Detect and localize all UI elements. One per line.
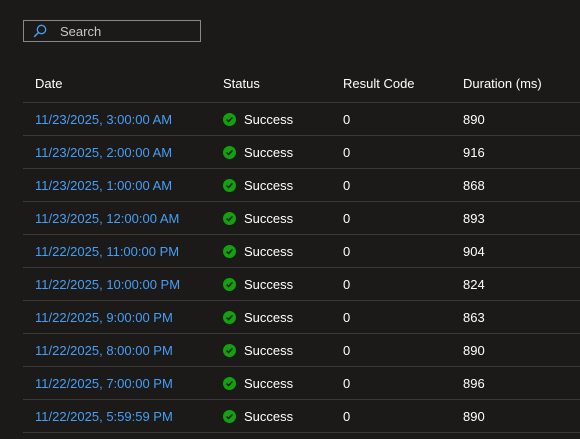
date-link[interactable]: 11/22/2025, 8:00:00 PM [35,343,173,358]
column-header-result-code[interactable]: Result Code [343,76,463,91]
table-row[interactable]: 11/22/2025, 7:00:00 PM Success 0 896 [23,367,580,400]
result-code: 0 [343,375,351,391]
duration: 824 [463,276,485,292]
table-row[interactable]: 11/22/2025, 5:59:59 PM Success 0 890 [23,400,580,433]
table-row[interactable]: 11/23/2025, 1:00:00 AM Success 0 868 [23,169,580,202]
table-row[interactable]: 11/23/2025, 2:00:00 AM Success 0 916 [23,136,580,169]
duration: 890 [463,111,485,127]
result-code: 0 [343,144,351,160]
duration: 893 [463,210,485,226]
duration: 890 [463,408,485,424]
success-check-icon [223,277,236,291]
success-check-icon [223,112,236,126]
duration: 868 [463,177,485,193]
status-text: Success [244,408,294,424]
table-row[interactable]: 11/23/2025, 12:00:00 AM Success 0 893 [23,202,580,235]
column-header-duration[interactable]: Duration (ms) [463,76,580,91]
result-code: 0 [343,342,351,358]
success-check-icon [223,310,236,324]
status-text: Success [244,309,294,325]
status-text: Success [244,210,294,226]
result-code: 0 [343,309,351,325]
duration: 863 [463,309,485,325]
table-row[interactable]: 11/22/2025, 9:00:00 PM Success 0 863 [23,301,580,334]
status-cell: Success [223,244,343,259]
grid-header: Date Status Result Code Duration (ms) [23,65,580,103]
result-code: 0 [343,243,351,259]
success-check-icon [223,376,236,390]
status-text: Success [244,276,294,292]
status-text: Success [244,144,294,160]
date-link[interactable]: 11/22/2025, 10:00:00 PM [35,277,180,292]
column-header-status[interactable]: Status [223,76,343,91]
status-cell: Success [223,310,343,325]
status-text: Success [244,243,294,259]
duration: 896 [463,375,485,391]
search-box[interactable] [23,20,201,42]
status-cell: Success [223,112,343,127]
duration: 890 [463,342,485,358]
success-check-icon [223,211,236,225]
status-cell: Success [223,376,343,391]
success-check-icon [223,178,236,192]
status-text: Success [244,342,294,358]
runs-grid: Date Status Result Code Duration (ms) 11… [23,65,580,433]
result-code: 0 [343,111,351,127]
status-cell: Success [223,145,343,160]
duration: 916 [463,144,485,160]
date-link[interactable]: 11/22/2025, 7:00:00 PM [35,376,173,391]
table-row[interactable]: 11/22/2025, 11:00:00 PM Success 0 904 [23,235,580,268]
success-check-icon [223,409,236,423]
date-link[interactable]: 11/22/2025, 9:00:00 PM [35,310,173,325]
status-cell: Success [223,409,343,424]
date-link[interactable]: 11/22/2025, 5:59:59 PM [35,409,173,424]
success-check-icon [223,145,236,159]
status-cell: Success [223,277,343,292]
status-cell: Success [223,178,343,193]
table-row[interactable]: 11/22/2025, 8:00:00 PM Success 0 890 [23,334,580,367]
status-text: Success [244,111,294,127]
status-text: Success [244,375,294,391]
date-link[interactable]: 11/23/2025, 12:00:00 AM [35,211,179,226]
status-text: Success [244,177,294,193]
search-input[interactable] [60,23,190,39]
table-row[interactable]: 11/23/2025, 3:00:00 AM Success 0 890 [23,103,580,136]
result-code: 0 [343,408,351,424]
date-link[interactable]: 11/22/2025, 11:00:00 PM [35,244,179,259]
date-link[interactable]: 11/23/2025, 1:00:00 AM [35,178,172,193]
column-header-date[interactable]: Date [23,76,223,91]
result-code: 0 [343,276,351,292]
status-cell: Success [223,343,343,358]
search-icon [32,23,48,39]
status-cell: Success [223,211,343,226]
success-check-icon [223,244,236,258]
result-code: 0 [343,177,351,193]
duration: 904 [463,243,485,259]
date-link[interactable]: 11/23/2025, 2:00:00 AM [35,145,172,160]
result-code: 0 [343,210,351,226]
success-check-icon [223,343,236,357]
table-row[interactable]: 11/22/2025, 10:00:00 PM Success 0 824 [23,268,580,301]
grid-body: 11/23/2025, 3:00:00 AM Success 0 890 11/23/2… [23,103,580,433]
date-link[interactable]: 11/23/2025, 3:00:00 AM [35,112,172,127]
